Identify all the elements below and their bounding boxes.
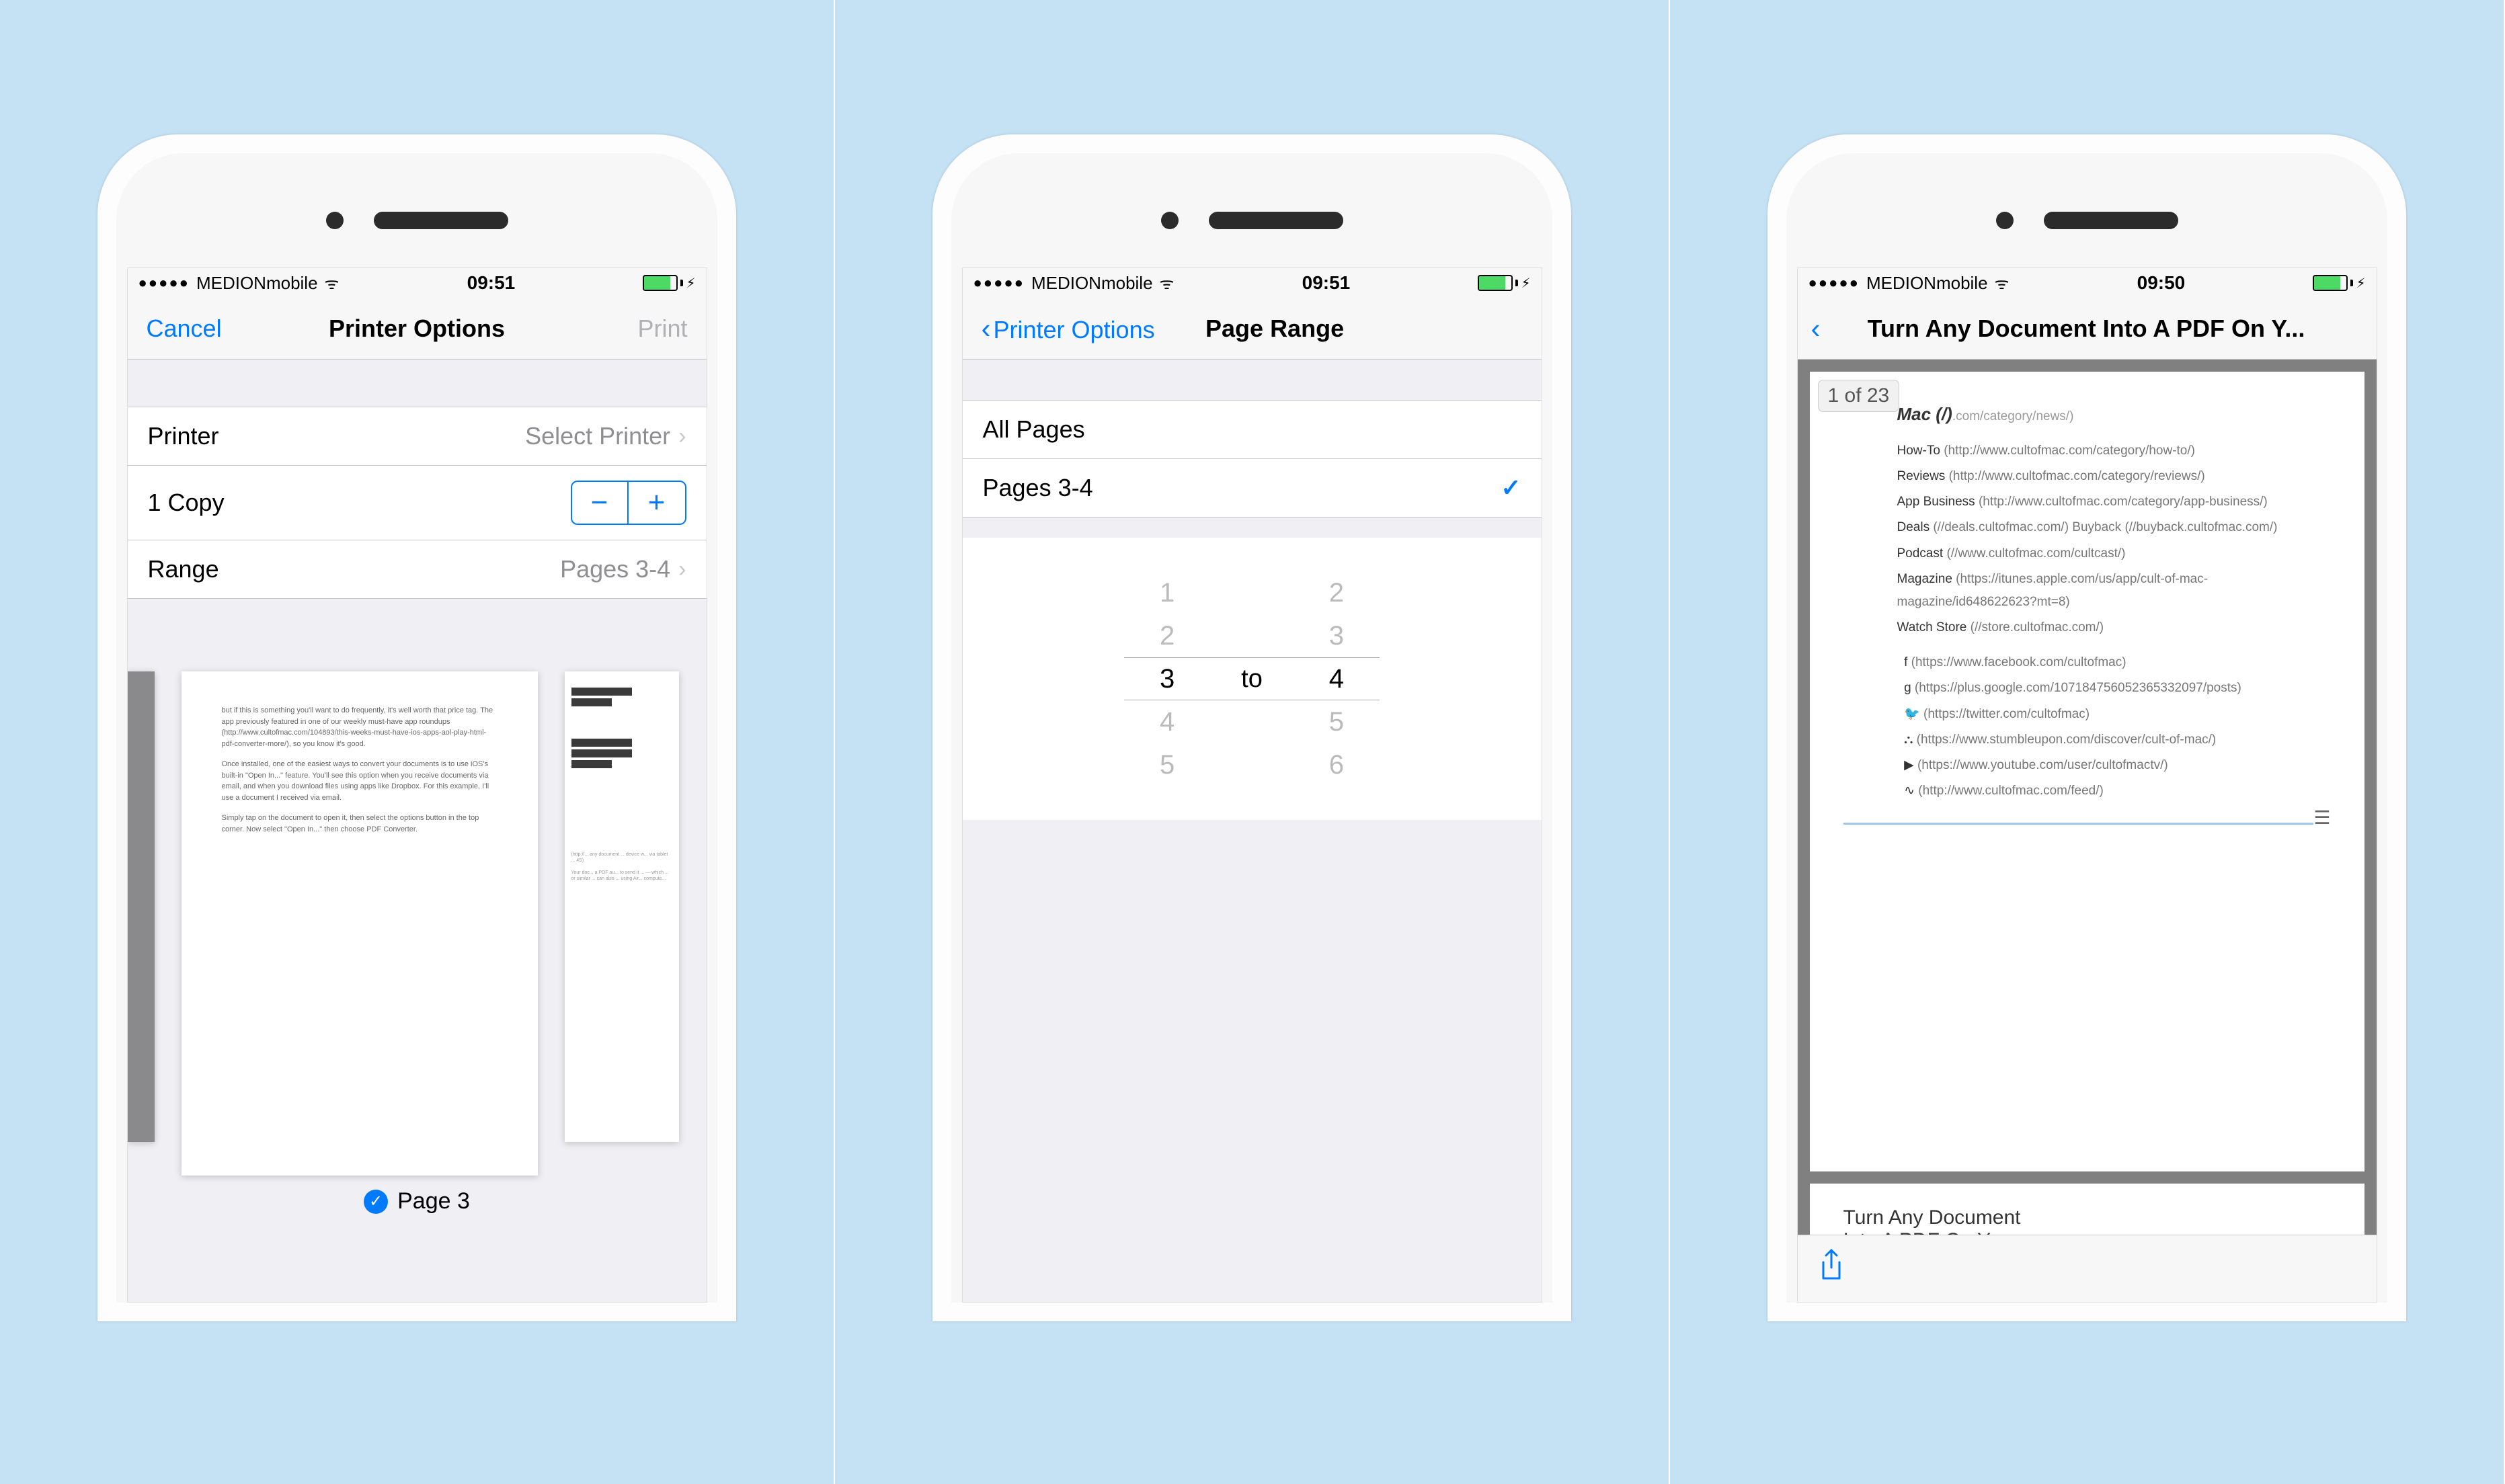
page-title: Printer Options [329,315,505,343]
thumb-paragraph: Simply tap on the document to open it, t… [222,813,498,835]
pages-selected-label: Pages 3-4 [983,474,1093,502]
social-row: g (https://plus.google.com/1071847560523… [1897,677,2331,700]
status-bar: ●●●●● MEDIONmobile ᯤ 09:51 ⚡︎ [128,268,707,298]
all-pages-label: All Pages [983,415,1085,444]
navbar: ‹ Turn Any Document Into A PDF On Y... [1798,298,2377,360]
speaker [1209,212,1343,229]
phone-earpiece [1786,187,2387,254]
link-row: How-To (http://www.cultofmac.com/categor… [1897,440,2331,462]
page-3-thumb[interactable]: but if this is something you'll want to … [182,671,538,1176]
charging-icon: ⚡︎ [2356,275,2365,292]
link-row: Magazine (https://itunes.apple.com/us/ap… [1897,568,2331,614]
copies-row: 1 Copy − + [128,466,707,540]
status-time: 09:51 [467,272,516,294]
wifi-icon: ᯤ [1160,272,1175,294]
signal-icon: ●●●●● [973,274,1025,292]
bottom-toolbar [1798,1235,2377,1302]
social-row: f (https://www.facebook.com/cultofmac) [1897,651,2331,674]
checkmark-icon: ✓ [364,1190,388,1214]
navbar: Cancel Printer Options Print [128,298,707,360]
carrier-label: MEDIONmobile [1866,273,1988,294]
charging-icon: ⚡︎ [686,275,695,292]
printer-value: Select Printer [525,422,670,450]
link-row: Deals (//deals.cultofmac.com/) Buyback (… [1897,516,2331,539]
phone-frame: ●●●●● MEDIONmobile ᯤ 09:51 ⚡︎ Cancel Pri… [97,134,736,1321]
page-title: Page Range [1205,315,1344,343]
phone-frame: ●●●●● MEDIONmobile ᯤ 09:50 ⚡︎ ‹ Turn Any… [1767,134,2406,1321]
back-button[interactable]: ‹Printer Options [982,313,1155,345]
navbar: ‹Printer Options Page Range [963,298,1542,360]
all-pages-row[interactable]: All Pages [963,401,1542,459]
hamburger-icon: ☰ [2313,801,2330,835]
phone-earpiece [116,187,717,254]
carrier-label: MEDIONmobile [196,273,318,294]
front-camera [326,212,344,229]
signal-icon: ●●●●● [138,274,190,292]
copies-stepper[interactable]: − + [571,481,686,525]
link-row: App Business (http://www.cultofmac.com/c… [1897,491,2331,513]
screen-page-range: ●●●●● MEDIONmobile ᯤ 09:51 ⚡︎ ‹Printer O… [962,267,1542,1303]
signal-icon: ●●●●● [1808,274,1860,292]
carrier-label: MEDIONmobile [1031,273,1153,294]
chevron-right-icon: › [678,556,686,583]
social-row: ▶ (https://www.youtube.com/user/cultofma… [1897,754,2331,777]
battery-indicator: ⚡︎ [2313,275,2365,292]
stepper-minus-button[interactable]: − [572,482,629,524]
range-value: Pages 3-4 [560,555,670,583]
speaker [2044,212,2178,229]
copies-label: 1 Copy [148,489,225,517]
social-row: 🐦 (https://twitter.com/cultofmac) [1897,703,2331,726]
prev-page-thumb[interactable] [128,671,155,1142]
link-row: Watch Store (//store.cultofmac.com/) [1897,616,2331,639]
link-row: Podcast (//www.cultofmac.com/cultcast/) [1897,542,2331,565]
print-button[interactable]: Print [553,315,688,343]
status-bar: ●●●●● MEDIONmobile ᯤ 09:51 ⚡︎ [963,268,1542,298]
back-button[interactable]: ‹ [1811,313,1821,345]
share-button[interactable] [1818,1249,1845,1289]
status-time: 09:50 [2137,272,2186,294]
printer-row[interactable]: Printer Select Printer › [128,407,707,466]
screen-pdf-preview: ●●●●● MEDIONmobile ᯤ 09:50 ⚡︎ ‹ Turn Any… [1797,267,2377,1303]
chevron-left-icon: ‹ [982,313,991,344]
pdf-page-1[interactable]: Mac (/).com/category/news/) How-To (http… [1810,372,2364,1171]
printer-label: Printer [148,422,219,450]
cancel-button[interactable]: Cancel [147,315,281,343]
pages-selected-row[interactable]: Pages 3-4 ✓ [963,459,1542,517]
range-options-group: All Pages Pages 3-4 ✓ [963,400,1542,518]
social-row: ∿ (http://www.cultofmac.com/feed/) [1897,780,2331,802]
page-title: Turn Any Document Into A PDF On Y... [1843,315,2363,343]
battery-indicator: ⚡︎ [1478,275,1530,292]
pdf-page-2[interactable]: Turn Any Document Into A PDF On Your [1810,1184,2364,1235]
page2-title-line1: Turn Any Document [1843,1206,2331,1229]
page-preview-strip[interactable]: but if this is something you'll want to … [128,645,707,1302]
wifi-icon: ᯤ [325,272,340,294]
link-row: Reviews (http://www.cultofmac.com/catego… [1897,465,2331,488]
range-picker[interactable]: 1 2 3 4 5 to 2 3 4 5 6 [963,538,1542,820]
page-counter: 1 of 23 [1818,380,1900,412]
chevron-right-icon: › [678,423,686,450]
speaker [374,212,508,229]
battery-indicator: ⚡︎ [643,275,695,292]
phone-frame: ●●●●● MEDIONmobile ᯤ 09:51 ⚡︎ ‹Printer O… [932,134,1571,1321]
page-4-thumb[interactable]: (http://... any document ... device w...… [565,671,679,1142]
range-label: Range [148,555,219,583]
page-indicator: ✓ Page 3 [128,1188,707,1214]
checkmark-icon: ✓ [1501,474,1521,502]
page2-title-line2: Into A PDF On Your [1843,1229,2331,1235]
stepper-plus-button[interactable]: + [629,482,685,524]
range-row[interactable]: Range Pages 3-4 › [128,540,707,598]
front-camera [1161,212,1179,229]
wifi-icon: ᯤ [1995,272,2010,294]
settings-group: Printer Select Printer › 1 Copy − + [128,407,707,599]
thumb-paragraph: but if this is something you'll want to … [222,705,498,749]
pdf-viewport[interactable]: 1 of 23 Mac (/).com/category/news/) How-… [1798,360,2377,1235]
social-row: ⛬ (https://www.stumbleupon.com/discover/… [1897,729,2331,751]
charging-icon: ⚡︎ [1521,275,1530,292]
phone-earpiece [951,187,1552,254]
screen-printer-options: ●●●●● MEDIONmobile ᯤ 09:51 ⚡︎ Cancel Pri… [127,267,707,1303]
front-camera [1996,212,2014,229]
status-time: 09:51 [1302,272,1351,294]
thumb-paragraph: Once installed, one of the easiest ways … [222,759,498,803]
status-bar: ●●●●● MEDIONmobile ᯤ 09:50 ⚡︎ [1798,268,2377,298]
